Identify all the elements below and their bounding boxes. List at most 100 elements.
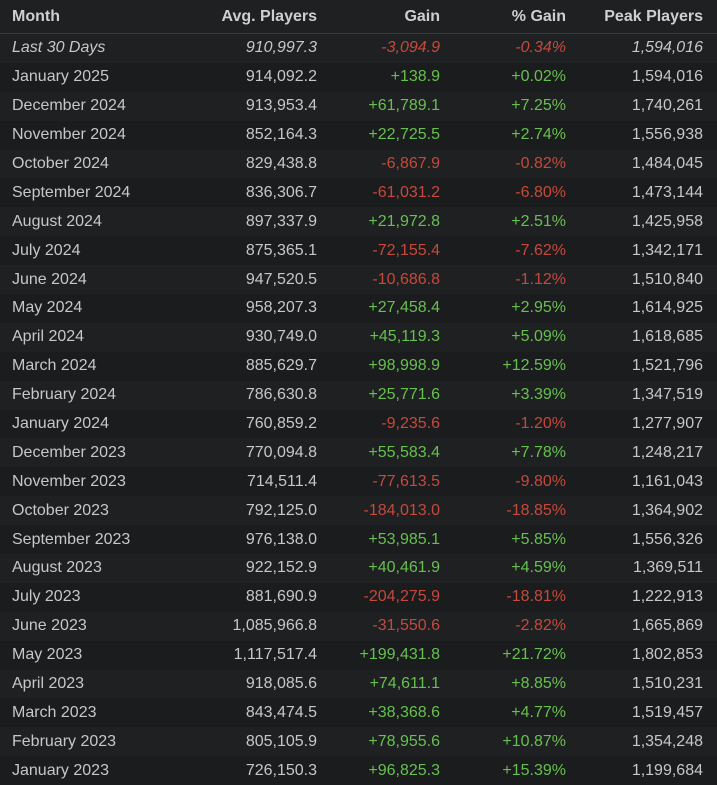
row-pct-gain: -2.82% (515, 617, 566, 635)
row-month: January 2024 (12, 415, 109, 433)
row-peak-players: 1,614,925 (631, 299, 703, 317)
row-avg-players: 881,690.9 (245, 588, 317, 606)
row-peak-players: 1,740,261 (631, 97, 703, 115)
row-peak-players: 1,347,519 (631, 386, 703, 404)
row-peak-players: 1,556,326 (631, 530, 703, 548)
header-avg-players[interactable]: Avg. Players (222, 8, 317, 25)
row-pct-gain: -9.80% (515, 472, 566, 490)
row-peak-players: 1,369,511 (633, 559, 703, 577)
row-pct-gain: +8.85% (511, 675, 566, 693)
row-peak-players: 1,510,840 (631, 270, 703, 288)
player-stats-table: Month Avg. Players Gain % Gain Peak Play… (0, 0, 717, 785)
row-gain: +61,789.1 (368, 97, 440, 115)
row-month: November 2023 (12, 472, 126, 490)
table-row: July 2023 881,690.9 -204,275.9 -18.81% 1,222… (0, 582, 717, 612)
row-avg-players: 805,105.9 (245, 732, 317, 750)
row-gain: -10,686.8 (372, 270, 440, 288)
row-avg-players: 770,094.8 (245, 443, 317, 461)
table-row: September 2024 836,306.7 -61,031.2 -6.80% 1,… (0, 178, 717, 208)
row-gain: +25,771.6 (368, 386, 440, 404)
row-pct-gain: +0.02% (511, 68, 566, 86)
row-month: October 2024 (12, 155, 109, 172)
row-month: December 2024 (12, 97, 126, 115)
row-peak-players: 1,248,217 (631, 443, 703, 461)
row-month: April 2024 (12, 328, 85, 346)
row-month: July 2024 (12, 241, 81, 259)
table-row: April 2023 918,085.6 +74,611.1 +8.85% 1,510,… (0, 669, 717, 699)
table-row: December 2023 770,094.8 +55,583.4 +7.78% 1,2… (0, 438, 717, 468)
row-avg-players: 760,859.2 (245, 415, 317, 433)
row-avg-players: 910,997.3 (245, 39, 317, 57)
table-row: February 2023 805,105.9 +78,955.6 +10.87% 1,… (0, 727, 717, 757)
row-month: May 2024 (12, 299, 83, 317)
row-peak-players: 1,161,043 (631, 472, 703, 490)
table-row: January 2024 760,859.2 -9,235.6 -1.20% 1,277… (0, 409, 717, 439)
row-gain: +53,985.1 (368, 530, 440, 548)
table-row: December 2024 913,953.4 +61,789.1 +7.25% 1,7… (0, 91, 717, 121)
row-peak-players: 1,354,248 (631, 732, 703, 750)
row-pct-gain: -1.20% (515, 415, 566, 433)
row-avg-players: 958,207.3 (245, 299, 317, 317)
row-avg-players: 726,150.3 (245, 761, 317, 779)
row-peak-players: 1,521,796 (631, 357, 703, 375)
row-pct-gain: -7.62% (515, 241, 566, 259)
row-gain: -3,094.9 (381, 39, 440, 57)
row-pct-gain: +7.25% (511, 97, 566, 115)
row-gain: +22,725.5 (368, 126, 440, 144)
row-peak-players: 1,802,853 (631, 646, 703, 664)
row-avg-players: 976,138.0 (245, 530, 317, 548)
row-month: September 2024 (12, 183, 131, 201)
header-peak-players[interactable]: Peak Players (604, 8, 703, 25)
table-row: Last 30 Days 910,997.3 -3,094.9 -0.34% 1,594… (0, 34, 717, 63)
header-gain[interactable]: Gain (404, 8, 440, 25)
row-month: January 2025 (12, 68, 109, 86)
row-month: July 2023 (12, 588, 81, 606)
row-month: January 2023 (12, 761, 109, 779)
row-peak-players: 1,510,231 (631, 675, 703, 693)
row-avg-players: 885,629.7 (245, 357, 317, 375)
table-row: May 2024 958,207.3 +27,458.4 +2.95% 1,614,92… (0, 294, 717, 323)
row-gain: -61,031.2 (372, 183, 440, 201)
row-avg-players: 829,438.8 (245, 155, 317, 172)
row-pct-gain: +4.77% (511, 703, 566, 721)
row-pct-gain: +5.85% (511, 530, 566, 548)
row-peak-players: 1,342,171 (631, 241, 703, 259)
row-pct-gain: -0.34% (515, 39, 566, 57)
row-avg-players: 947,520.5 (245, 270, 317, 288)
table-row: August 2023 922,152.9 +40,461.9 +4.59% 1,369… (0, 554, 717, 583)
row-gain: +38,368.6 (368, 703, 440, 721)
row-month: March 2023 (12, 703, 97, 721)
row-gain: +98,998.9 (368, 357, 440, 375)
table-row: April 2024 930,749.0 +45,119.3 +5.09% 1,618,… (0, 322, 717, 352)
table-row: June 2024 947,520.5 -10,686.8 -1.12% 1,510,8… (0, 265, 717, 295)
row-pct-gain: +5.09% (511, 328, 566, 346)
table-row: March 2023 843,474.5 +38,368.6 +4.77% 1,519,… (0, 698, 717, 728)
row-pct-gain: +3.39% (511, 386, 566, 404)
header-pct-gain[interactable]: % Gain (512, 8, 566, 25)
table-row: January 2025 914,092.2 +138.9 +0.02% 1,594,0… (0, 62, 717, 92)
table-row: October 2024 829,438.8 -6,867.9 -0.82% 1,484… (0, 149, 717, 179)
header-month[interactable]: Month (12, 8, 60, 25)
row-month: September 2023 (12, 530, 131, 548)
row-month: April 2023 (12, 675, 85, 693)
row-pct-gain: +2.74% (511, 126, 566, 144)
row-gain: -6,867.9 (381, 155, 440, 172)
row-pct-gain: -18.85% (506, 501, 566, 519)
row-gain: +45,119.3 (369, 328, 440, 346)
table-row: February 2024 786,630.8 +25,771.6 +3.39% 1,3… (0, 380, 717, 410)
row-avg-players: 792,125.0 (245, 501, 317, 519)
row-peak-players: 1,519,457 (631, 703, 703, 721)
row-pct-gain: -1.12% (515, 270, 566, 288)
row-gain: +78,955.6 (368, 732, 440, 750)
row-avg-players: 930,749.0 (245, 328, 317, 346)
table-body: Last 30 Days 910,997.3 -3,094.9 -0.34% 1,594… (0, 34, 717, 785)
row-gain: -204,275.9 (363, 588, 440, 606)
table-row: September 2023 976,138.0 +53,985.1 +5.85% 1,… (0, 525, 717, 555)
row-gain: +55,583.4 (368, 443, 440, 461)
row-avg-players: 852,164.3 (245, 126, 317, 144)
row-avg-players: 786,630.8 (245, 386, 317, 404)
row-pct-gain: +21.72% (502, 646, 566, 664)
row-avg-players: 914,092.2 (245, 68, 317, 86)
row-avg-players: 875,365.1 (245, 241, 317, 259)
row-avg-players: 913,953.4 (245, 97, 317, 115)
